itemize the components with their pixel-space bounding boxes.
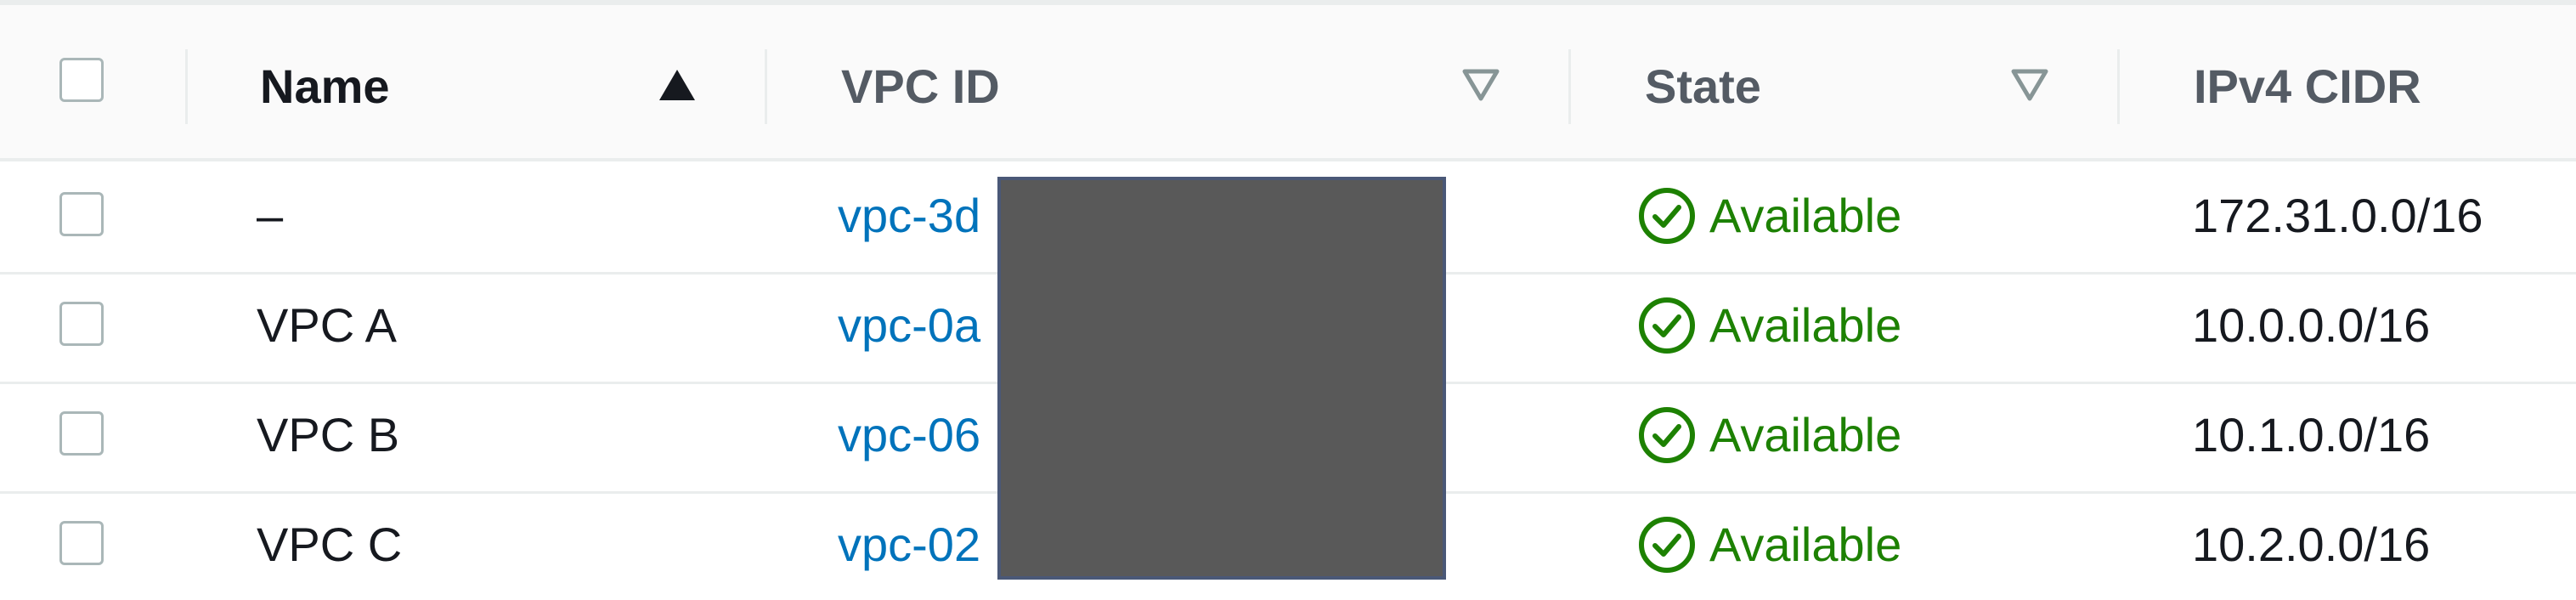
vpc-name: VPC A	[257, 298, 397, 352]
status-text: Available	[1709, 518, 1902, 571]
column-separator[interactable]	[185, 49, 188, 124]
status-badge: Available	[1638, 297, 1901, 354]
select-all-checkbox[interactable]	[59, 58, 104, 102]
sort-none-icon[interactable]	[2010, 68, 2049, 102]
status-text: Available	[1709, 408, 1902, 461]
column-header-ipv4-cidr[interactable]: IPv4 CIDR	[2194, 58, 2421, 116]
column-header-state[interactable]: State	[1645, 58, 1761, 116]
vpc-name: VPC B	[257, 408, 400, 461]
check-circle-icon	[1639, 297, 1695, 354]
column-separator[interactable]	[2117, 49, 2120, 124]
row-select-checkbox[interactable]	[59, 411, 104, 456]
check-circle-icon	[1639, 188, 1695, 244]
status-badge: Available	[1638, 516, 1901, 574]
vpc-name: –	[257, 189, 284, 242]
row-select-checkbox[interactable]	[59, 521, 104, 565]
status-text: Available	[1709, 189, 1902, 242]
ipv4-cidr: 10.1.0.0/16	[2192, 408, 2431, 461]
check-circle-icon	[1639, 407, 1695, 463]
table-header-row: Name VPC ID State IPv4 CIDR	[0, 5, 2576, 161]
row-select-checkbox[interactable]	[59, 302, 104, 346]
sort-ascending-icon[interactable]	[658, 68, 697, 102]
vpc-name: VPC C	[257, 518, 403, 571]
column-header-name[interactable]: Name	[260, 58, 390, 116]
ipv4-cidr: 172.31.0.0/16	[2192, 189, 2483, 242]
check-circle-icon	[1639, 517, 1695, 573]
column-separator[interactable]	[1568, 49, 1571, 124]
vpc-id-link[interactable]: vpc-06	[838, 406, 980, 464]
column-separator[interactable]	[765, 49, 767, 124]
vpc-table: Name VPC ID State IPv4 CIDR – vpc-3d Ava…	[0, 0, 2576, 600]
vpc-id-link[interactable]: vpc-02	[838, 516, 980, 574]
column-header-vpc-id[interactable]: VPC ID	[841, 58, 1000, 116]
vpc-id-link[interactable]: vpc-0a	[838, 297, 980, 354]
ipv4-cidr: 10.0.0.0/16	[2192, 298, 2431, 352]
ipv4-cidr: 10.2.0.0/16	[2192, 518, 2431, 571]
status-badge: Available	[1638, 187, 1901, 245]
status-text: Available	[1709, 298, 1902, 352]
redaction-block	[997, 177, 1446, 580]
status-badge: Available	[1638, 406, 1901, 464]
vpc-id-link[interactable]: vpc-3d	[838, 187, 980, 245]
row-select-checkbox[interactable]	[59, 192, 104, 236]
sort-none-icon[interactable]	[1461, 68, 1500, 102]
